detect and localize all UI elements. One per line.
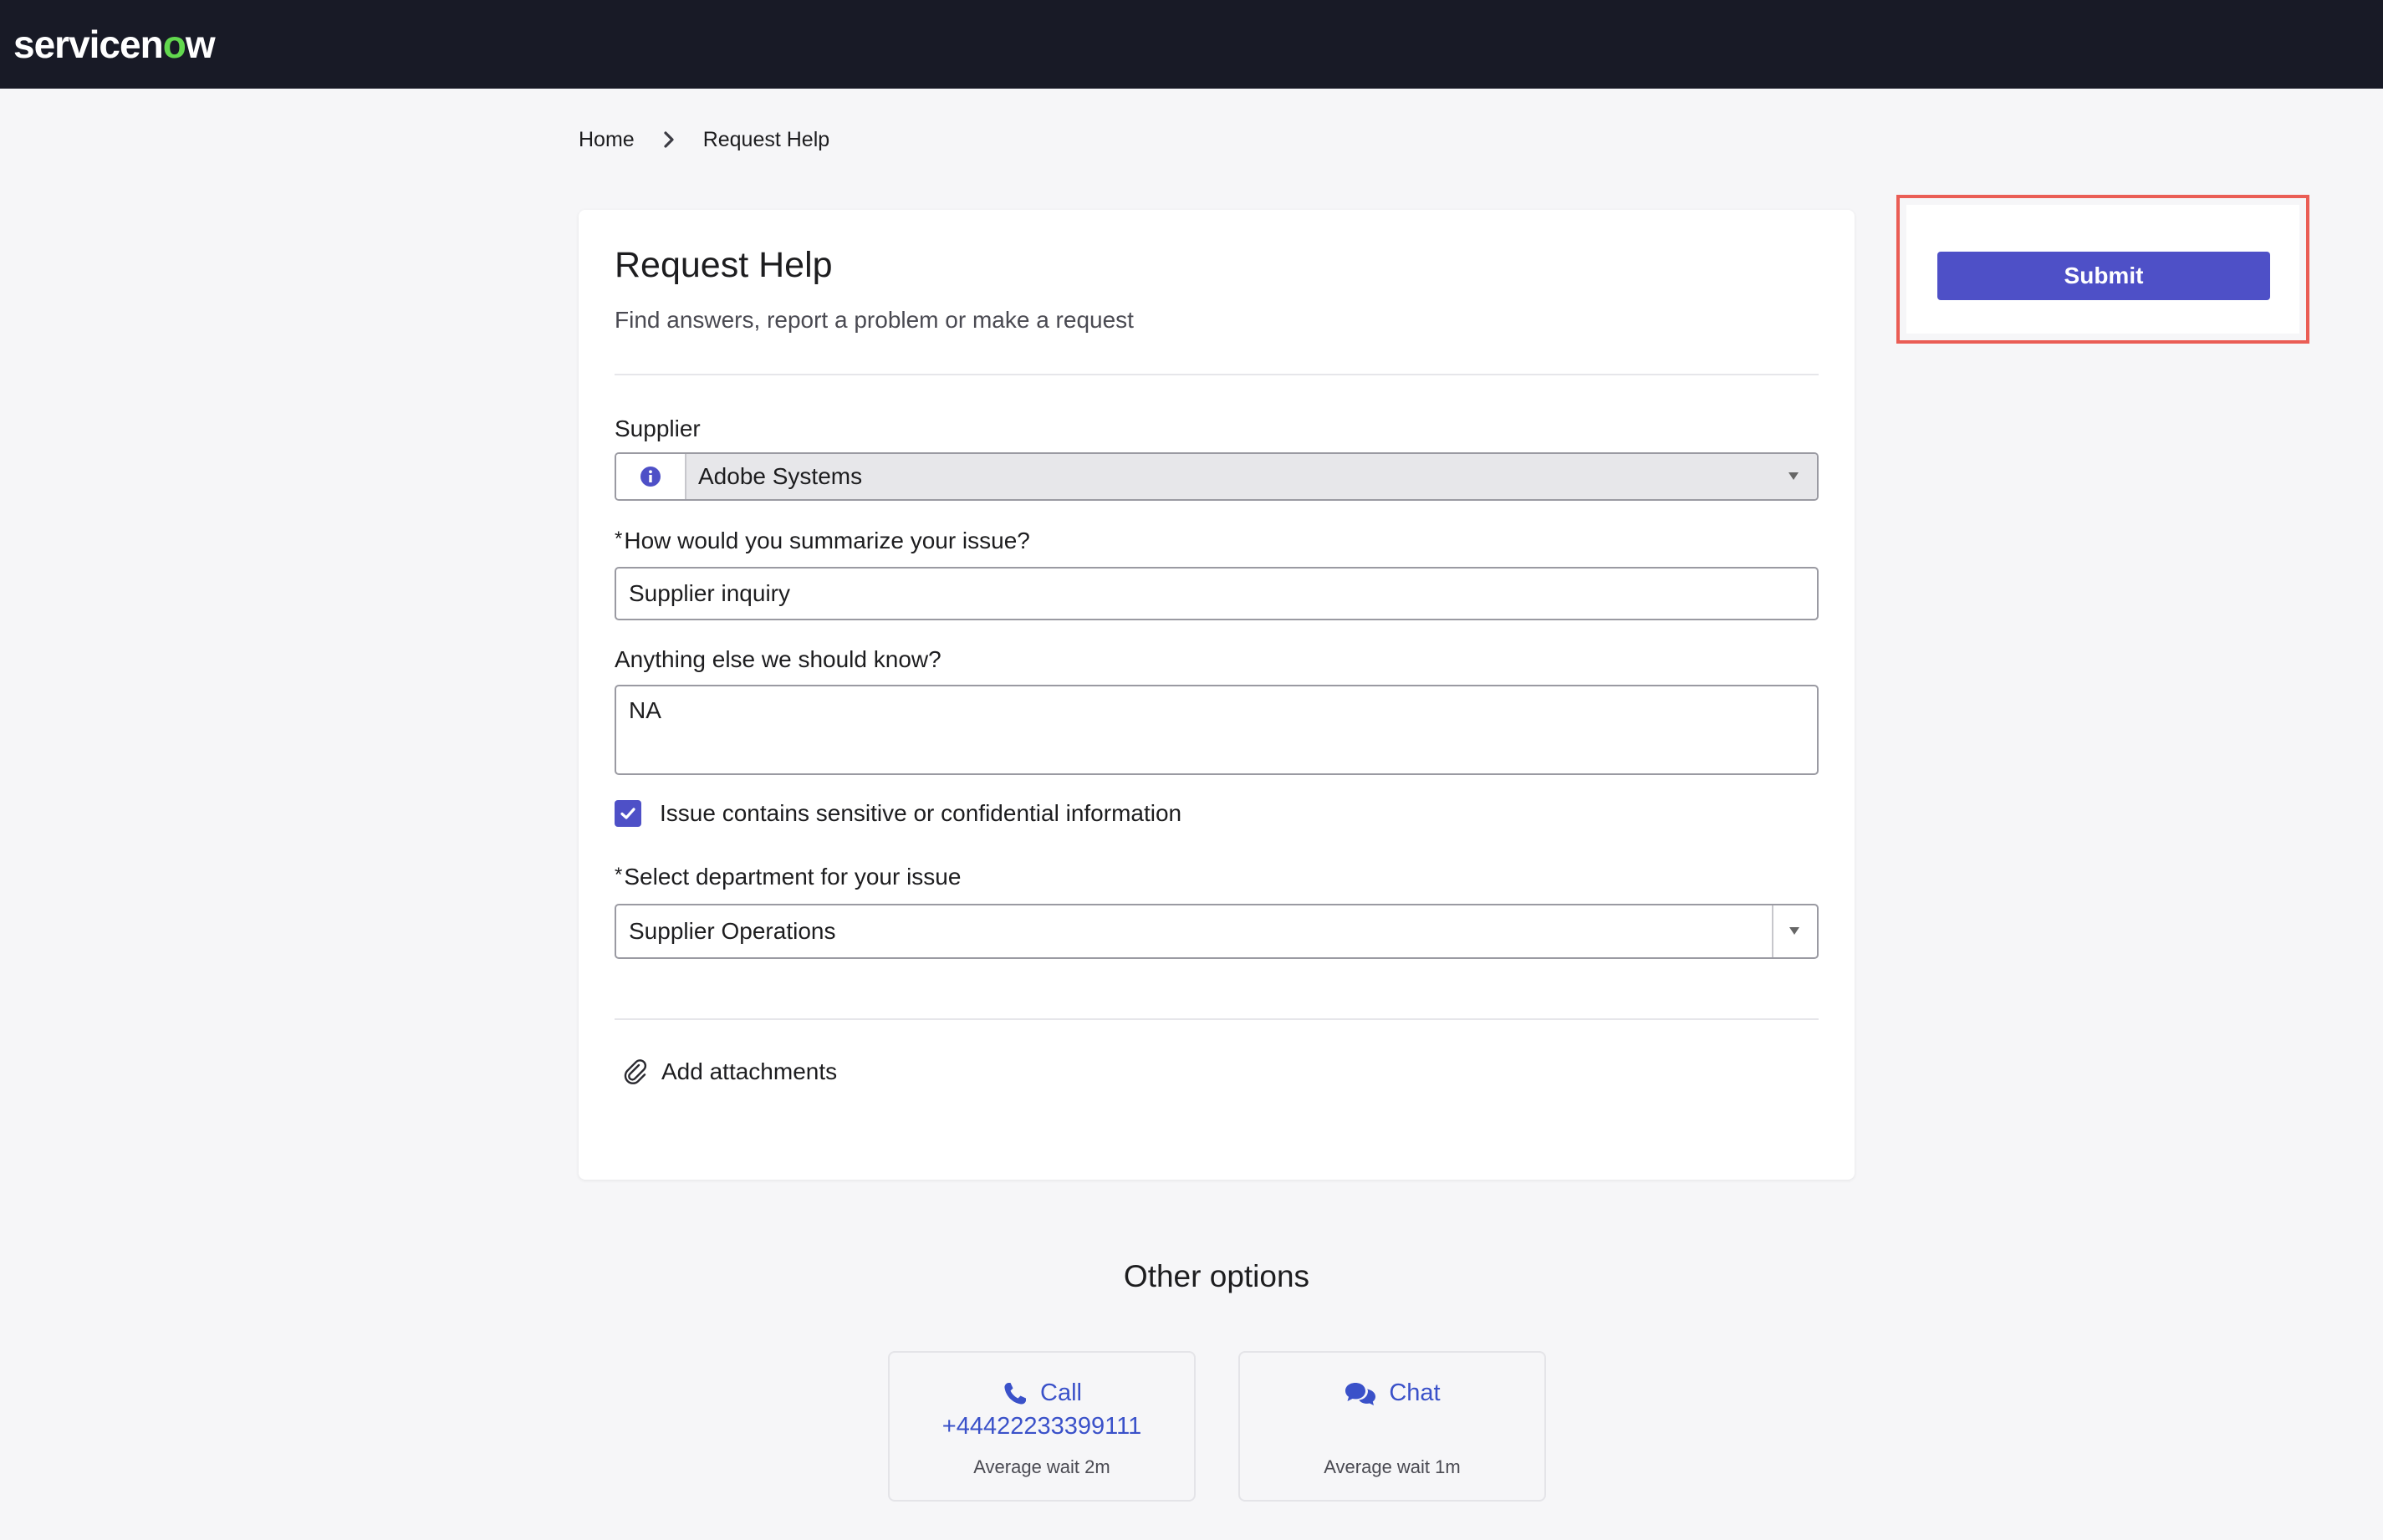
- sensitive-label: Issue contains sensitive or confidential…: [660, 800, 1182, 826]
- checkmark-icon: [620, 808, 635, 819]
- logo-text-o: o: [162, 23, 186, 66]
- form-subtitle: Find answers, report a problem or make a…: [615, 307, 1134, 333]
- summary-label-text: How would you summarize your issue?: [624, 528, 1030, 553]
- add-attachments-button[interactable]: Add attachments: [621, 1058, 837, 1086]
- details-textarea[interactable]: NA: [615, 685, 1819, 775]
- call-average-wait: Average wait 2m: [973, 1456, 1110, 1477]
- servicenow-logo[interactable]: servicenow: [13, 22, 216, 67]
- other-options-title: Other options: [1123, 1259, 1310, 1293]
- department-select[interactable]: Supplier Operations: [615, 904, 1819, 959]
- submit-panel: Submit: [1906, 205, 2299, 334]
- summary-input[interactable]: Supplier inquiry: [615, 567, 1819, 620]
- department-value: Supplier Operations: [629, 918, 836, 944]
- attachments-divider: [615, 1018, 1819, 1020]
- sensitive-checkbox-row[interactable]: Issue contains sensitive or confidential…: [615, 800, 1181, 827]
- call-label[interactable]: Call: [1040, 1379, 1082, 1407]
- supplier-select[interactable]: Adobe Systems: [686, 454, 1817, 499]
- request-form-card: Request Help Find answers, report a prob…: [579, 210, 1855, 1180]
- chat-icon: [1345, 1382, 1376, 1405]
- chat-label[interactable]: Chat: [1389, 1379, 1440, 1407]
- supplier-label: Supplier: [615, 416, 701, 441]
- paperclip-icon: [624, 1059, 647, 1084]
- logo-text-part: w: [185, 23, 216, 66]
- department-label-text: Select department for your issue: [624, 864, 962, 890]
- required-mark: *: [615, 864, 623, 886]
- phone-icon: [1004, 1382, 1027, 1405]
- breadcrumb-home[interactable]: Home: [579, 128, 635, 152]
- header-divider: [615, 374, 1819, 375]
- department-label: *Select department for your issue: [615, 864, 961, 890]
- chat-option-card[interactable]: Chat Average wait 1m: [1238, 1351, 1546, 1502]
- add-attachments-label: Add attachments: [661, 1058, 838, 1084]
- department-dropdown-toggle[interactable]: [1772, 905, 1817, 957]
- details-label: Anything else we should know?: [615, 646, 941, 672]
- breadcrumb-current: Request Help: [702, 127, 830, 151]
- required-mark: *: [615, 528, 623, 550]
- form-title: Request Help: [615, 245, 833, 285]
- supplier-field[interactable]: Adobe Systems: [615, 452, 1819, 501]
- supplier-value: Adobe Systems: [698, 463, 863, 489]
- submit-button[interactable]: Submit: [1937, 252, 2270, 300]
- logo-text-part: servicen: [13, 23, 164, 66]
- chevron-right-icon: [664, 131, 674, 148]
- call-phone-number[interactable]: +44422233399111: [890, 1413, 1194, 1441]
- supplier-info-button[interactable]: [616, 454, 686, 499]
- submit-highlight-frame: Submit: [1896, 195, 2309, 344]
- summary-label: *How would you summarize your issue?: [615, 528, 1030, 554]
- caret-down-icon: [1789, 927, 1799, 935]
- breadcrumb: Home Request Help: [579, 127, 829, 152]
- top-bar: servicenow: [0, 0, 2383, 89]
- sensitive-checkbox[interactable]: [615, 800, 641, 827]
- call-option-card[interactable]: Call +44422233399111 Average wait 2m: [888, 1351, 1196, 1502]
- chat-average-wait: Average wait 1m: [1324, 1456, 1461, 1477]
- info-icon: [640, 467, 661, 487]
- caret-down-icon: [1789, 472, 1799, 480]
